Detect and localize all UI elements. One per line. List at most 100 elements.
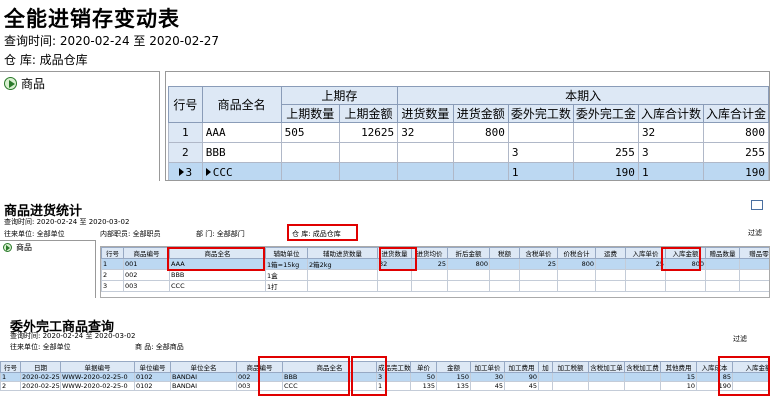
table-row[interactable]: 3 003 CCC 1打 [101, 280, 769, 292]
col-header[interactable]: 委外完工数 [507, 104, 574, 123]
staff-filter: 内部职员: 全部职员 [100, 230, 161, 238]
cell: 150 [436, 372, 471, 382]
col-header[interactable]: 其他费用 [660, 361, 697, 373]
cell: 800 [557, 258, 596, 270]
col-header[interactable]: 运费 [595, 247, 626, 259]
cell: 2箱2kg [307, 258, 378, 270]
col-header[interactable]: 行号 [0, 361, 21, 373]
cell: 1 [507, 162, 574, 180]
cell [625, 269, 666, 281]
col-header[interactable]: 进货金额 [452, 104, 509, 123]
tree-root-goods[interactable]: 商品 [0, 72, 159, 95]
col-header[interactable]: 金额 [436, 361, 471, 373]
cell: 1打 [265, 280, 308, 292]
row-number: 3 [168, 162, 203, 180]
col-header[interactable]: 价税合计 [557, 247, 596, 259]
col-header[interactable]: 辅助进货数量 [307, 247, 378, 259]
highlight-box [258, 356, 350, 396]
filter-label[interactable]: 过滤 [733, 334, 747, 344]
cell: 12625 [338, 122, 399, 143]
cell [538, 372, 553, 382]
cell [665, 280, 706, 292]
col-header[interactable]: 加工费用 [504, 361, 539, 373]
col-header[interactable]: 折后金额 [447, 247, 490, 259]
cell: 001 [123, 258, 170, 270]
col-header[interactable]: 加 [538, 361, 553, 373]
col-header[interactable]: 日期 [20, 361, 61, 373]
table-row[interactable]: 2 002 BBB 1盒 [101, 269, 769, 281]
col-header[interactable]: 含税单价 [519, 247, 558, 259]
table-row-selected[interactable]: 3 CCC 1 190 1 190 [168, 162, 769, 180]
cell: 10 [660, 381, 697, 391]
col-header[interactable]: 加工税额 [552, 361, 589, 373]
cell: 45 [470, 381, 505, 391]
cell: 1箱=15kg [265, 258, 308, 270]
cell [280, 162, 340, 180]
cell: 25 [519, 258, 558, 270]
col-header[interactable]: 入库合计金 [702, 104, 769, 123]
tree-root-label: 商品 [21, 77, 46, 91]
col-header[interactable]: 商品全名 [201, 86, 282, 123]
cell [557, 280, 596, 292]
col-header[interactable]: 税额 [489, 247, 520, 259]
cell: 3 [101, 280, 124, 292]
dept-filter: 部 门: 全部部门 [196, 230, 245, 238]
col-header[interactable]: 行号 [101, 247, 124, 259]
col-header[interactable]: 含税加工单 [588, 361, 625, 373]
cell [307, 280, 378, 292]
col-header[interactable]: 上期数量 [280, 104, 340, 123]
window-restore-icon[interactable] [751, 200, 763, 210]
cell [280, 142, 340, 163]
col-header[interactable]: 单位全名 [170, 361, 237, 373]
col-header[interactable]: 入库合计数 [637, 104, 704, 123]
col-header[interactable]: 单位编号 [134, 361, 171, 373]
cell: BANDAI [170, 372, 237, 382]
cell: 800 [452, 122, 509, 143]
cell: 190 [702, 162, 769, 180]
col-header[interactable]: 入库单价 [625, 247, 666, 259]
cell [507, 122, 574, 143]
tree-root-goods[interactable]: 商品 [0, 241, 95, 254]
cell: BBB [169, 269, 266, 281]
col-header[interactable]: 行号 [168, 86, 203, 123]
col-header[interactable]: 加工单价 [470, 361, 505, 373]
cell: 3 [637, 142, 704, 163]
cell: WWW-2020-02-25-0 [60, 381, 135, 391]
highlight-box [661, 247, 701, 271]
table-row[interactable]: 2 BBB 3 255 3 255 [168, 142, 769, 163]
col-header[interactable]: 委外完工金 [572, 104, 639, 123]
cell: 255 [702, 142, 769, 163]
cell [705, 280, 740, 292]
col-header[interactable]: 赠品零售额 [739, 247, 769, 259]
row-number: 2 [168, 142, 203, 163]
cell: BBB [201, 142, 282, 163]
unit-filter: 往来单位: 全部单位 [10, 343, 71, 351]
highlight-box [379, 247, 417, 271]
outsourced-completion-panel: 委外完工商品查询 查询时间: 2020-02-24 至 2020-03-02 往… [0, 312, 770, 417]
cell: 2020-02-25 [20, 372, 61, 382]
cell [307, 269, 378, 281]
highlight-box [287, 224, 358, 241]
cell [739, 258, 769, 270]
col-header[interactable]: 赠品数量 [705, 247, 740, 259]
cell [397, 142, 454, 163]
filter-label[interactable]: 过滤 [748, 228, 762, 238]
table-row[interactable]: 1 AAA 505 12625 32 800 32 800 [168, 122, 769, 143]
cell: 2 [101, 269, 124, 281]
inventory-grid[interactable]: 行号 商品全名 上期存 本期入 上期数量 上期金额 进货数量 进货金额 委外完工… [165, 71, 770, 181]
col-header[interactable]: 辅助单位 [265, 247, 308, 259]
expand-play-icon[interactable] [4, 77, 17, 90]
cell: 505 [280, 122, 340, 143]
col-header[interactable]: 单价 [410, 361, 437, 373]
expand-play-icon[interactable] [3, 243, 12, 252]
cell [377, 269, 412, 281]
cell [552, 372, 589, 382]
col-header[interactable]: 单据编号 [60, 361, 135, 373]
cell [739, 269, 769, 281]
cell [665, 269, 706, 281]
col-header[interactable]: 含税加工费 [624, 361, 661, 373]
col-header[interactable]: 商品编号 [123, 247, 170, 259]
col-header[interactable]: 进货数量 [397, 104, 454, 123]
col-header[interactable]: 上期金额 [338, 104, 399, 123]
query-time: 查询时间: 2020-02-24 至 2020-02-27 [4, 34, 219, 48]
